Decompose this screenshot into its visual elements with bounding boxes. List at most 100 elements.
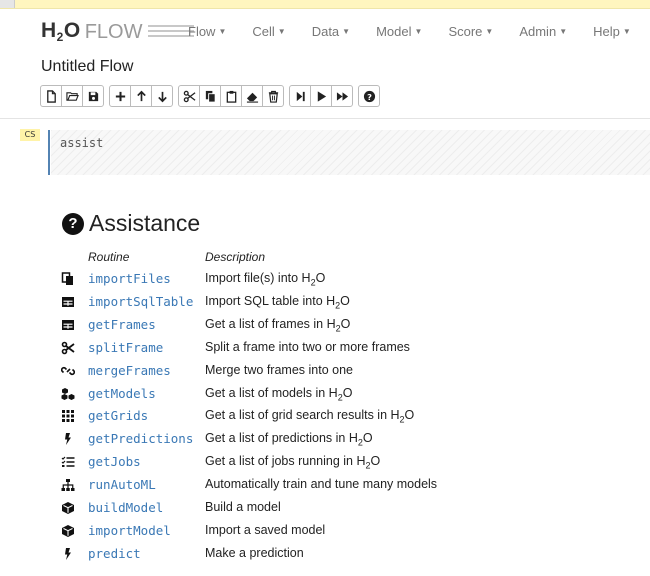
open-flow-button[interactable] [61,85,83,107]
routine-link[interactable]: splitFrame [88,340,163,355]
cell-code-text[interactable]: assist [60,136,103,150]
paste-cell-button[interactable] [220,85,242,107]
trash-icon [268,90,278,103]
routine-description: Get a list of predictions in H2O [205,431,373,448]
flow-toolbar: ? [40,85,385,107]
move-down-button[interactable] [151,85,173,107]
routine-link[interactable]: getModels [88,386,156,401]
routine-description: Split a frame into two or more frames [205,339,410,354]
routine-link[interactable]: getJobs [88,454,141,469]
save-flow-button[interactable] [82,85,104,107]
assistance-row-getJobs: getJobs Get a list of jobs running in H2O [0,451,650,473]
arrow-down-icon [157,91,167,102]
routine-link[interactable]: getFrames [88,317,156,332]
routine-description: Get a list of jobs running in H2O [205,454,381,471]
cell-type-tag[interactable]: CS [20,129,40,141]
routine-description: Get a list of models in H2O [205,385,353,403]
grid-icon [60,408,76,424]
caret-down-icon: ▼ [622,27,631,36]
caret-down-icon: ▼ [218,27,227,36]
help-icon: ? [363,90,375,102]
assistance-heading: ? Assistance [62,210,200,237]
cube-icon [60,523,76,539]
save-icon [88,91,98,101]
copy-cell-button[interactable] [199,85,221,107]
routine-description: Import SQL table into H2O [205,293,350,311]
caret-down-icon: ▼ [342,27,351,36]
column-routine-header: Routine [88,250,130,264]
assistance-row-importFiles: importFiles Import file(s) into H2O [0,268,650,290]
routine-link[interactable]: runAutoML [88,477,156,492]
cubes-icon [60,386,76,402]
routine-description: Merge two frames into one [205,362,353,377]
assistance-row-getGrids: getGrids Get a list of grid search result… [0,405,650,427]
routine-description: Get a list of frames in H2O [205,316,351,334]
open-folder-icon [65,91,79,101]
assistance-row-runAutoML: runAutoML Automatically train and tune ma… [0,474,650,496]
new-file-icon [46,89,56,103]
caret-down-icon: ▼ [277,27,286,36]
table-icon [60,317,76,333]
new-flow-button[interactable] [40,85,62,107]
arrow-up-icon [136,90,146,101]
assistance-row-getPredictions: getPredictions Get a list of predictions … [0,428,650,450]
routine-link[interactable]: getPredictions [88,431,193,446]
routine-description: Import file(s) into H2O [205,271,326,288]
assistance-row-predict: predict Make a prediction [0,543,650,565]
caret-down-icon: ▼ [485,27,494,36]
routine-link[interactable]: predict [88,546,141,561]
caret-down-icon: ▼ [414,27,423,36]
cube-icon [60,500,76,516]
routine-description: Make a prediction [205,545,304,560]
link-icon [60,363,76,379]
play-icon [317,90,326,102]
assistance-row-getModels: getModels Get a list of models in H2O [0,383,650,405]
table-icon [60,294,76,310]
insert-cell-button[interactable] [109,85,131,107]
copy-icon [205,90,216,103]
move-up-button[interactable] [130,85,152,107]
routine-description: Import a saved model [205,522,326,537]
cut-cell-button[interactable] [178,85,200,107]
cell-editor[interactable] [51,130,650,175]
menu-cell[interactable]: Cell ▼ [252,24,285,39]
column-description-header: Description [205,250,266,264]
plus-icon [115,91,125,101]
menu-admin[interactable]: Admin ▼ [519,24,567,39]
cell-active-indicator [48,130,50,175]
menu-help[interactable]: Help ▼ [593,24,631,39]
menu-score[interactable]: Score ▼ [448,24,493,39]
assist-help-button[interactable]: ? [358,85,380,107]
tasks-icon [60,454,76,470]
h2o-flow-logo: H2O FLOW [41,19,195,44]
delete-cell-button[interactable] [262,85,284,107]
bolt-icon [60,431,76,447]
assistance-row-importModel: importModel Import a saved model [0,520,650,542]
assistance-row-getFrames: getFrames Get a list of frames in H2O [0,314,650,336]
clear-cell-button[interactable] [241,85,263,107]
routine-link[interactable]: mergeFrames [88,363,171,378]
run-all-button[interactable] [310,85,332,107]
routine-description: Automatically train and tune many models [205,477,438,492]
routine-description: Get a list of grid search results in H2O [205,408,415,425]
menu-data[interactable]: Data ▼ [312,24,350,39]
top-strip [0,0,650,9]
copy-icon [60,271,76,287]
clipboard-icon [226,90,236,103]
routine-link[interactable]: importSqlTable [88,294,193,309]
top-strip-handle [0,0,15,8]
run-cell-button[interactable] [289,85,311,107]
routine-link[interactable]: getGrids [88,408,148,423]
assistance-row-buildModel: buildModel Build a model [0,497,650,519]
assistance-row-splitFrame: splitFrame Split a frame into two or more… [0,337,650,359]
routine-link[interactable]: importFiles [88,271,171,286]
menu-flow[interactable]: Flow ▼ [188,24,226,39]
menu-model[interactable]: Model ▼ [376,24,422,39]
run-all-below-button[interactable] [331,85,353,107]
flow-title[interactable]: Untitled Flow [41,58,133,76]
svg-text:?: ? [367,91,372,101]
routine-link[interactable]: importModel [88,523,171,538]
logo-h2o: H2O [41,19,81,44]
routine-link[interactable]: buildModel [88,500,163,515]
scissors-icon [183,90,195,102]
